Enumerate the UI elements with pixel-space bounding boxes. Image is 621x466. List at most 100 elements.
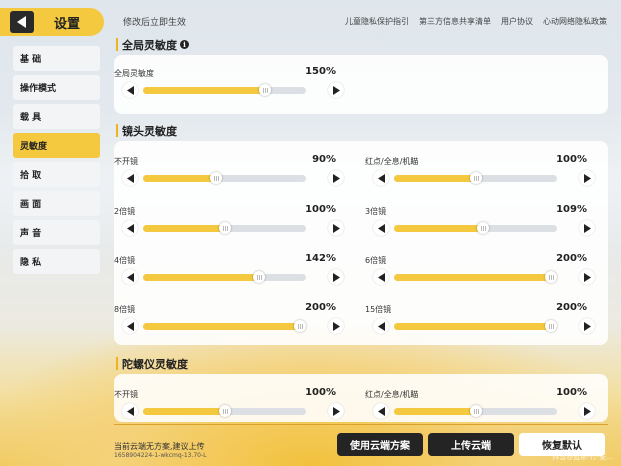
decrease-button[interactable]: [373, 220, 389, 236]
slider-label: 15倍镜: [365, 305, 392, 314]
slider-track[interactable]: [143, 172, 306, 184]
sidebar-item-pickup[interactable]: 拾 取: [13, 162, 100, 187]
arrow-left-icon: [126, 223, 134, 233]
slider-track[interactable]: [143, 84, 306, 96]
slider-track[interactable]: [143, 271, 306, 283]
link-child-privacy[interactable]: 儿童隐私保护指引: [345, 16, 409, 27]
slider-track[interactable]: [394, 320, 557, 332]
slider-handle[interactable]: [219, 405, 231, 417]
slider-handle[interactable]: [259, 84, 271, 96]
slider-handle[interactable]: [219, 222, 231, 234]
back-arrow-icon: [17, 16, 26, 28]
slider-track[interactable]: [143, 405, 306, 417]
upload-cloud-button[interactable]: 上传云端: [428, 433, 514, 456]
decrease-button[interactable]: [122, 403, 138, 419]
slider-label: 6倍镜: [365, 256, 387, 265]
slider-handle[interactable]: [477, 222, 489, 234]
increase-button[interactable]: [328, 318, 344, 334]
link-third-party-list[interactable]: 第三方信息共享清单: [419, 16, 491, 27]
arrow-right-icon: [583, 321, 591, 331]
link-privacy-policy[interactable]: 心动网络隐私政策: [543, 16, 607, 27]
slider-handle[interactable]: [545, 271, 557, 283]
increase-button[interactable]: [579, 170, 595, 186]
slider-15x[interactable]: 15倍镜 200%: [365, 302, 595, 342]
back-button[interactable]: [10, 11, 34, 33]
slider-track[interactable]: [143, 222, 306, 234]
slider-4x[interactable]: 4倍镜 142%: [114, 253, 344, 293]
slider-handle[interactable]: [253, 271, 265, 283]
slider-8x[interactable]: 8倍镜 200%: [114, 302, 344, 342]
increase-button[interactable]: [328, 170, 344, 186]
increase-button[interactable]: [328, 269, 344, 285]
slider-red-dot[interactable]: 红点/全息/机瞄 100%: [365, 154, 595, 194]
sidebar-item-sensitivity[interactable]: 灵敏度: [13, 133, 100, 158]
increase-button[interactable]: [579, 220, 595, 236]
arrow-left-icon: [126, 321, 134, 331]
slider-handle[interactable]: [470, 405, 482, 417]
slider-value: 100%: [305, 387, 336, 398]
slider-fill: [394, 175, 476, 182]
arrow-right-icon: [583, 406, 591, 416]
section-title-gyro: 陀螺仪灵敏度: [116, 357, 188, 371]
slider-2x[interactable]: 2倍镜 100%: [114, 204, 344, 244]
decrease-button[interactable]: [373, 318, 389, 334]
slider-fill: [394, 408, 476, 415]
slider-fill: [394, 225, 483, 232]
arrow-left-icon: [377, 272, 385, 282]
slider-6x[interactable]: 6倍镜 200%: [365, 253, 595, 293]
link-user-agreement[interactable]: 用户协议: [501, 16, 533, 27]
slider-value: 100%: [305, 204, 336, 215]
slider-handle[interactable]: [210, 172, 222, 184]
decrease-button[interactable]: [373, 170, 389, 186]
slider-no-scope[interactable]: 不开镜 90%: [114, 154, 344, 194]
sidebar-item-controls[interactable]: 操作模式: [13, 75, 100, 100]
slider-fill: [143, 274, 259, 281]
sidebar-item-basic[interactable]: 基 础: [13, 46, 100, 71]
sidebar-item-graphics[interactable]: 画 面: [13, 191, 100, 216]
decrease-button[interactable]: [122, 170, 138, 186]
increase-button[interactable]: [579, 403, 595, 419]
arrow-right-icon: [583, 223, 591, 233]
sidebar-item-privacy[interactable]: 隐 私: [13, 249, 100, 274]
slider-track[interactable]: [394, 172, 557, 184]
build-id-text: 1658904224-1-wkcmq-13.70-L: [114, 452, 207, 459]
slider-track[interactable]: [394, 271, 557, 283]
arrow-right-icon: [332, 321, 340, 331]
decrease-button[interactable]: [122, 269, 138, 285]
slider-handle[interactable]: [294, 320, 306, 332]
slider-handle[interactable]: [470, 172, 482, 184]
slider-gyro-no-scope[interactable]: 不开镜 100%: [114, 387, 344, 422]
slider-track[interactable]: [394, 222, 557, 234]
use-cloud-button[interactable]: 使用云端方案: [337, 433, 423, 456]
slider-label: 3倍镜: [365, 207, 387, 216]
sidebar: 基 础 操作模式 载 具 灵敏度 拾 取 画 面 声 音 隐 私: [13, 46, 100, 278]
sidebar-item-vehicle[interactable]: 载 具: [13, 104, 100, 129]
slider-fill: [143, 87, 265, 94]
slider-3x[interactable]: 3倍镜 109%: [365, 204, 595, 244]
slider-track[interactable]: [143, 320, 306, 332]
cloud-status-text: 当前云端无方案,建议上传: [114, 442, 205, 451]
increase-button[interactable]: [579, 318, 595, 334]
sidebar-item-sound[interactable]: 声 音: [13, 220, 100, 245]
arrow-right-icon: [332, 406, 340, 416]
decrease-button[interactable]: [373, 269, 389, 285]
decrease-button[interactable]: [122, 220, 138, 236]
slider-gyro-red-dot[interactable]: 红点/全息/机瞄 100%: [365, 387, 595, 422]
arrow-left-icon: [377, 321, 385, 331]
increase-button[interactable]: [328, 82, 344, 98]
slider-track[interactable]: [394, 405, 557, 417]
increase-button[interactable]: [579, 269, 595, 285]
decrease-button[interactable]: [373, 403, 389, 419]
slider-handle[interactable]: [545, 320, 557, 332]
arrow-left-icon: [377, 406, 385, 416]
section-title-scope-text: 镜头灵敏度: [122, 124, 177, 138]
decrease-button[interactable]: [122, 318, 138, 334]
increase-button[interactable]: [328, 220, 344, 236]
arrow-right-icon: [332, 173, 340, 183]
increase-button[interactable]: [328, 403, 344, 419]
decrease-button[interactable]: [122, 82, 138, 98]
arrow-right-icon: [332, 223, 340, 233]
arrow-left-icon: [126, 173, 134, 183]
slider-global[interactable]: 全局灵敏度 150%: [114, 66, 344, 106]
info-icon[interactable]: i: [180, 40, 189, 49]
